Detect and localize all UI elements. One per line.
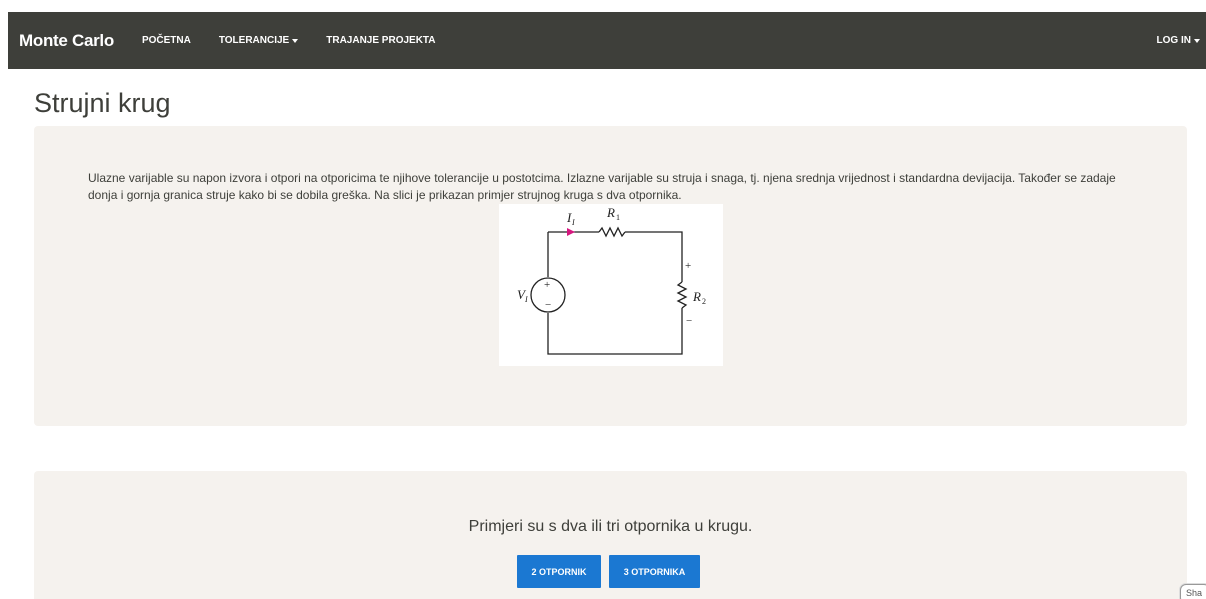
- nav-tolerancije-dropdown[interactable]: TOLERANCIJE: [218, 35, 299, 46]
- three-resistors-button[interactable]: 3 OTPORNIKA: [609, 555, 700, 588]
- nav-pocetna[interactable]: POČETNA: [142, 35, 191, 46]
- r2-sub: 2: [702, 297, 706, 306]
- r2-label: R: [692, 289, 701, 304]
- r2-minus: −: [686, 315, 692, 327]
- source-plus: +: [544, 279, 550, 291]
- nav-pocetna-label: POČETNA: [141, 35, 191, 46]
- resistor-r1: [598, 226, 626, 238]
- description-panel: Ulazne varijable su napon izvora i otpor…: [34, 126, 1187, 426]
- current-sub: I: [571, 218, 575, 227]
- caret-down-icon: [292, 38, 299, 43]
- nav-trajanje-label: TRAJANJE PROJEKTA: [326, 35, 436, 46]
- r2-plus: +: [685, 260, 691, 272]
- share-button[interactable]: Sha: [1180, 584, 1206, 599]
- nav-trajanje-projekta[interactable]: TRAJANJE PROJEKTA: [326, 35, 435, 46]
- v-sub: I: [524, 295, 528, 304]
- r1-label: R: [606, 205, 615, 220]
- wire-bottom: [547, 308, 683, 355]
- source-minus: −: [545, 299, 551, 311]
- nav-tolerancije-label: TOLERANCIJE: [218, 35, 290, 46]
- navbar: Monte Carlo POČETNA TOLERANCIJE TRAJANJE…: [8, 12, 1206, 69]
- examples-panel: Primjeri su s dva ili tri otpornika u kr…: [34, 471, 1187, 599]
- login-dropdown[interactable]: LOG IN: [1157, 35, 1200, 46]
- examples-text: Primjeri su s dva ili tri otpornika u kr…: [468, 518, 753, 535]
- two-resistors-button[interactable]: 2 OTPORNIK: [517, 555, 601, 588]
- page-title: Strujni krug: [34, 88, 171, 118]
- description-text: Ulazne varijable su napon izvora i otpor…: [88, 171, 1116, 202]
- wire-top-right: [625, 231, 683, 282]
- caret-down-icon: [1194, 38, 1200, 43]
- circuit-diagram: I I R 1 R 2 V I + − + −: [499, 204, 723, 366]
- r1-sub: 1: [616, 213, 620, 222]
- current-arrow-icon: [567, 228, 575, 236]
- brand-logo[interactable]: Monte Carlo: [19, 31, 114, 51]
- circuit-svg: I I R 1 R 2 V I + − + −: [517, 205, 706, 355]
- login-label: LOG IN: [1156, 35, 1191, 46]
- resistor-r2: [676, 281, 688, 309]
